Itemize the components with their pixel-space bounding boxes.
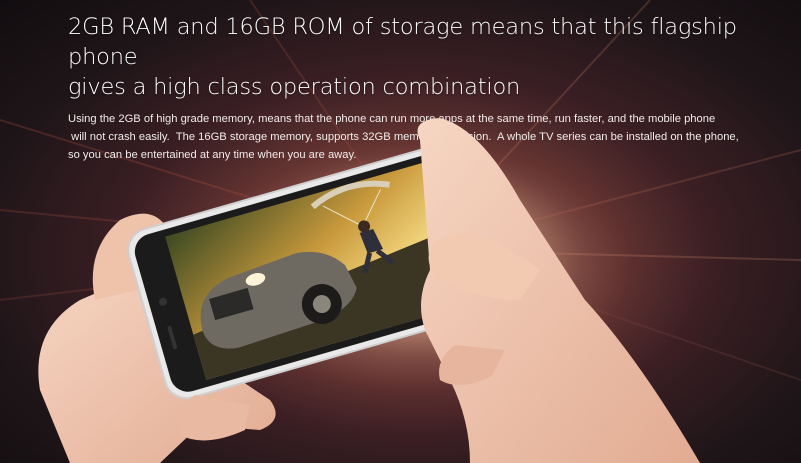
right-hand <box>417 118 700 463</box>
hands-holding-phone-illustration: ‹ <box>38 118 700 463</box>
